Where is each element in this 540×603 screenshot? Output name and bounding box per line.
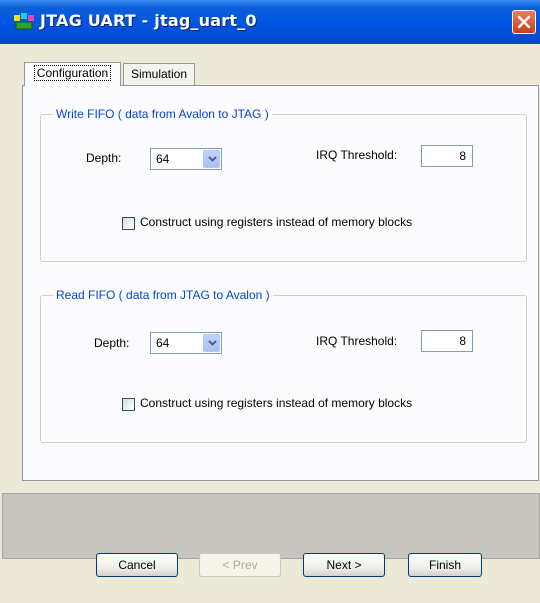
configuration-panel: Write FIFO ( data from Avalon to JTAG ) …: [22, 85, 539, 481]
read-registers-label: Construct using registers instead of mem…: [140, 396, 413, 410]
tab-simulation[interactable]: Simulation: [123, 63, 195, 85]
tab-configuration[interactable]: Configuration: [24, 62, 121, 86]
write-registers-checkbox[interactable]: [122, 217, 135, 230]
message-area: [2, 493, 540, 559]
write-depth-value: 64: [156, 152, 170, 166]
write-depth-label: Depth:: [86, 151, 122, 165]
window-title: JTAG UART - jtag_uart_0: [40, 11, 257, 30]
close-button[interactable]: [512, 10, 536, 34]
write-irq-label: IRQ Threshold:: [316, 148, 398, 162]
chevron-down-icon[interactable]: [203, 150, 220, 168]
write-fifo-group: Write FIFO ( data from Avalon to JTAG ) …: [40, 107, 527, 262]
close-icon: [517, 15, 531, 29]
title-bar[interactable]: JTAG UART - jtag_uart_0: [0, 0, 540, 44]
read-depth-select[interactable]: 64: [150, 332, 222, 354]
cancel-button[interactable]: Cancel: [96, 553, 178, 577]
finish-button[interactable]: Finish: [408, 553, 482, 577]
write-irq-threshold-input[interactable]: 8: [421, 145, 473, 167]
window-body: Configuration Simulation Write FIFO ( da…: [0, 44, 540, 603]
tab-configuration-label: Configuration: [33, 65, 112, 81]
chevron-down-icon[interactable]: [203, 334, 220, 352]
read-registers-checkbox[interactable]: [122, 398, 135, 411]
tab-simulation-label: Simulation: [130, 67, 188, 81]
read-irq-threshold-input[interactable]: 8: [421, 330, 473, 352]
write-depth-select[interactable]: 64: [150, 148, 222, 170]
read-irq-label: IRQ Threshold:: [316, 334, 398, 348]
write-registers-label: Construct using registers instead of mem…: [140, 215, 413, 229]
read-fifo-group: Read FIFO ( data from JTAG to Avalon ) D…: [40, 288, 527, 443]
read-depth-value: 64: [156, 336, 170, 350]
read-fifo-legend: Read FIFO ( data from JTAG to Avalon ): [53, 288, 273, 302]
read-depth-label: Depth:: [94, 336, 130, 350]
write-fifo-legend: Write FIFO ( data from Avalon to JTAG ): [53, 107, 272, 121]
prev-button[interactable]: < Prev: [199, 553, 281, 577]
next-button[interactable]: Next >: [303, 553, 385, 577]
jtag-component-icon: [14, 13, 34, 31]
